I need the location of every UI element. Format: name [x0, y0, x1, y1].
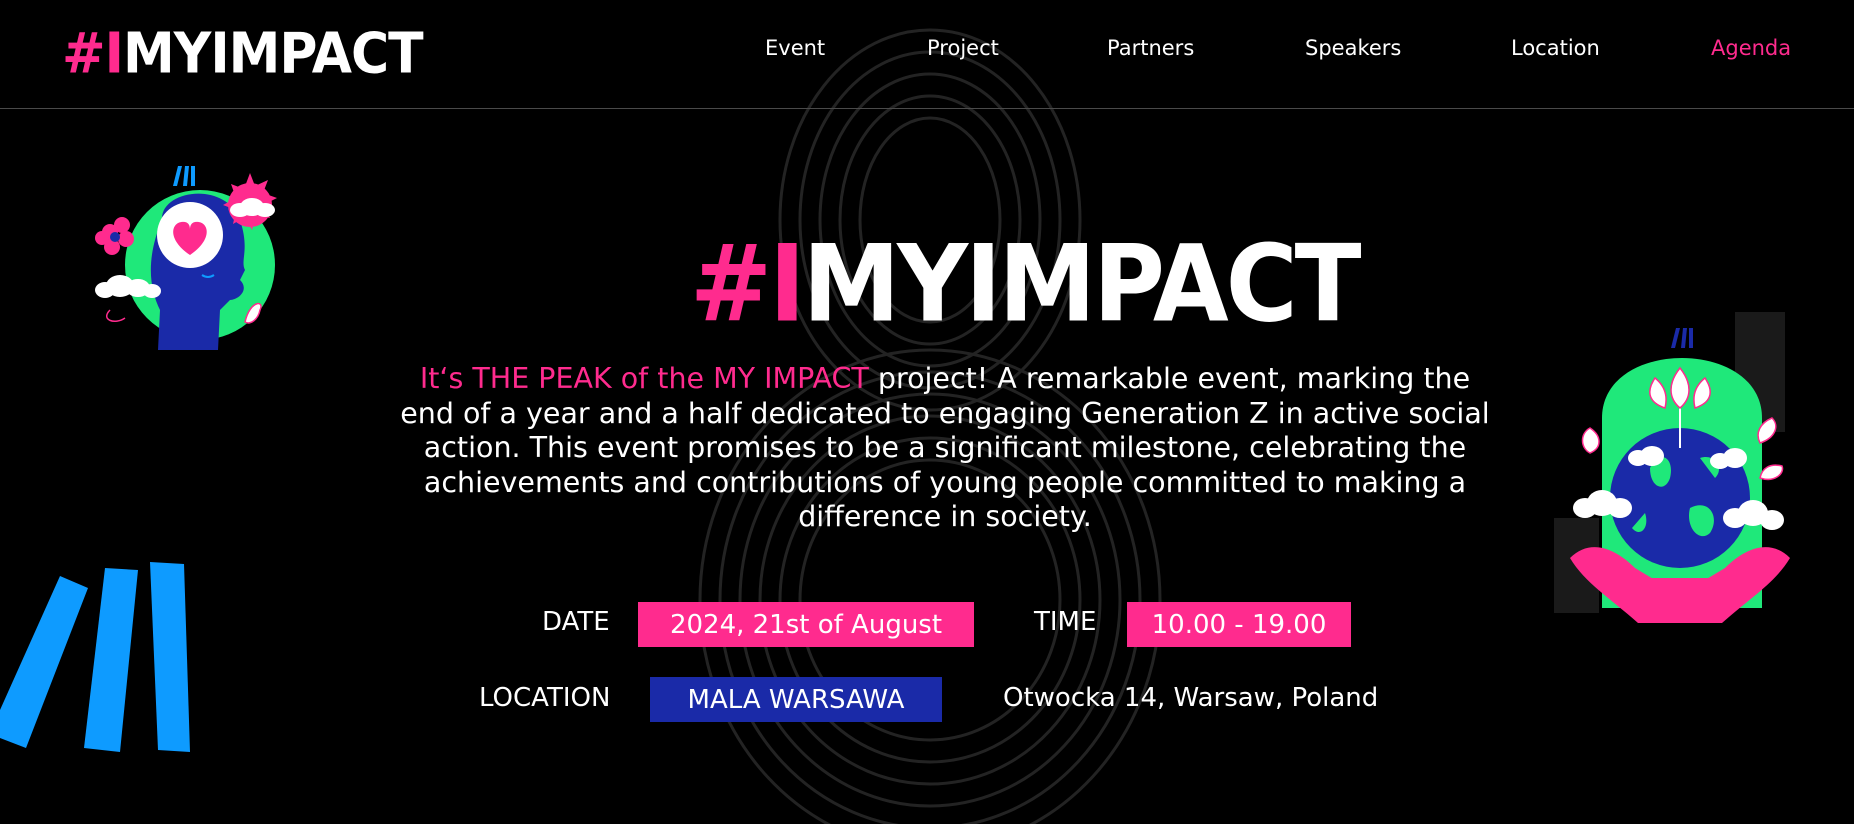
- nav-partners[interactable]: Partners: [1107, 36, 1194, 60]
- nav-speakers[interactable]: Speakers: [1305, 36, 1401, 60]
- site-header: #IMYIMPACT Event Project Partners Speake…: [0, 0, 1854, 109]
- date-label: DATE: [542, 607, 610, 637]
- intro-paragraph: It‘s THE PEAK of the MY IMPACT project! …: [395, 362, 1495, 535]
- hero-logo: #IMYIMPACT: [690, 226, 1362, 338]
- main-nav: Event Project Partners Speakers Location…: [0, 36, 1854, 66]
- head-with-heart-illustration: [95, 166, 277, 350]
- date-badge: 2024, 21st of August: [638, 602, 974, 647]
- nav-agenda[interactable]: Agenda: [1711, 36, 1791, 60]
- nav-event[interactable]: Event: [765, 36, 825, 60]
- earth-in-hands-illustration: [1554, 312, 1790, 623]
- address-text: Otwocka 14, Warsaw, Poland: [1003, 683, 1379, 713]
- triple-slash-graphic: [0, 562, 190, 752]
- time-label: TIME: [1034, 607, 1097, 637]
- hero-logo-i: I: [769, 223, 806, 347]
- time-badge: 10.00 - 19.00: [1127, 602, 1351, 647]
- hero-logo-wordmark: #IMYIMPACT: [690, 232, 1362, 338]
- location-badge[interactable]: MALA WARSAWA: [650, 677, 942, 722]
- nav-project[interactable]: Project: [927, 36, 999, 60]
- intro-highlight: It‘s THE PEAK of the MY IMPACT: [419, 362, 869, 395]
- hero-logo-rest: MYIMPACT: [802, 223, 1362, 347]
- location-label: LOCATION: [479, 683, 611, 713]
- hero-logo-hash: #: [690, 223, 772, 347]
- nav-location[interactable]: Location: [1511, 36, 1600, 60]
